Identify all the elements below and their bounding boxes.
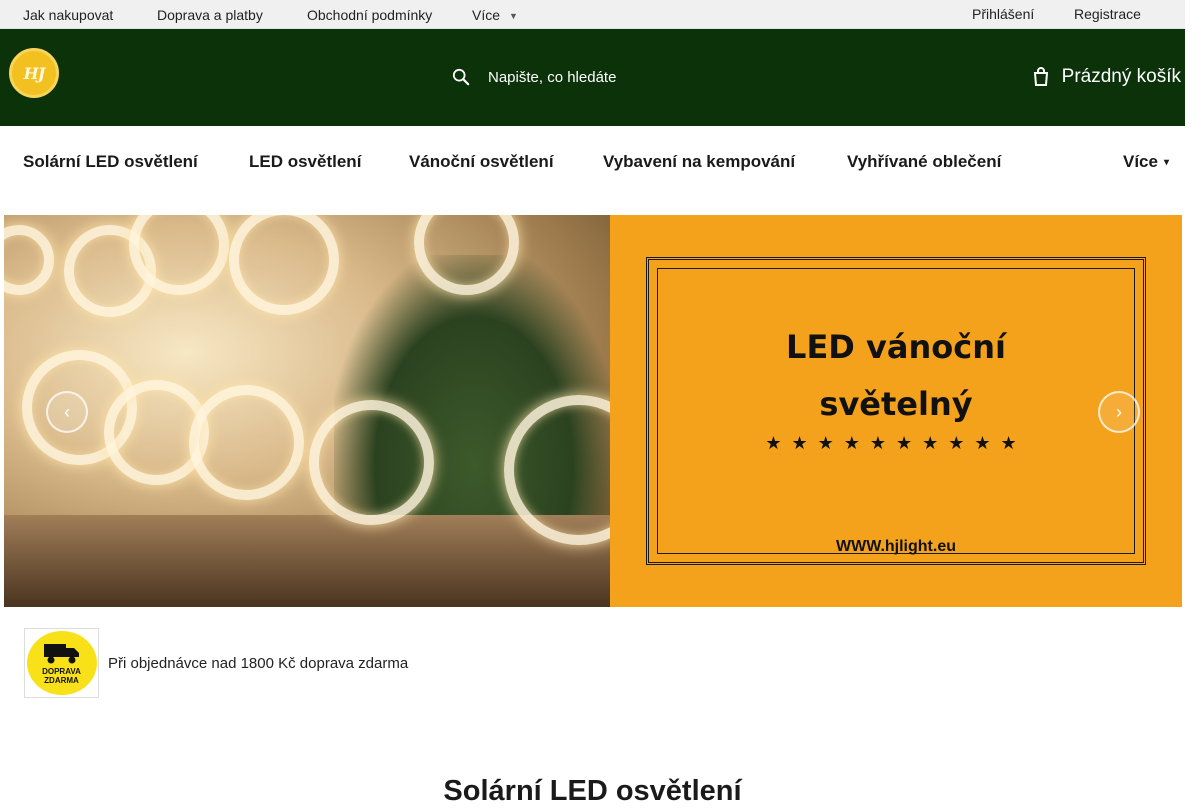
chevron-left-icon: ‹ <box>64 401 70 422</box>
login-link[interactable]: Přihlášení <box>972 6 1034 22</box>
banner-title-line1: LED vánoční <box>786 328 1006 366</box>
banner-stars: ★★★★★★★★★★ <box>765 433 1027 453</box>
banner-photo <box>4 215 654 607</box>
free-shipping-badge: DOPRAVA ZDARMA <box>24 628 99 698</box>
floor-decoration <box>4 515 610 607</box>
chevron-down-icon: ▼ <box>509 11 518 21</box>
site-header: HJ Napište, co hledáte Prázdný košík <box>0 29 1185 126</box>
category-more-label: Více <box>1123 152 1158 171</box>
carousel-next-button[interactable]: › <box>1098 391 1140 433</box>
chevron-right-icon: › <box>1116 401 1122 422</box>
free-shipping-text: Při objednávce nad 1800 Kč doprava zdarm… <box>108 654 409 672</box>
category-camping[interactable]: Vybavení na kempování <box>603 152 795 172</box>
topbar-more-label: Více <box>472 7 501 23</box>
category-more-menu[interactable]: Více ▾ <box>1123 152 1169 172</box>
logo-text: HJ <box>23 63 46 83</box>
hero-carousel[interactable]: LED vánoční světelný ★★★★★★★★★★ WWW.hjli… <box>4 215 1182 607</box>
section-title: Solární LED osvětlení <box>443 775 742 807</box>
top-bar: Jak nakupovat Doprava a platby Obchodní … <box>0 0 1185 29</box>
site-logo[interactable]: HJ <box>9 48 59 98</box>
badge-line1: DOPRAVA <box>42 667 81 676</box>
topbar-link-shipping-payment[interactable]: Doprava a platby <box>157 7 263 23</box>
truck-icon: DOPRAVA ZDARMA <box>26 631 97 695</box>
banner-url: WWW.hjlight.eu <box>836 538 956 555</box>
category-led[interactable]: LED osvětlení <box>249 152 361 172</box>
category-christmas[interactable]: Vánoční osvětlení <box>409 152 554 172</box>
search-icon <box>452 68 470 86</box>
carousel-prev-button[interactable]: ‹ <box>46 391 88 433</box>
register-link[interactable]: Registrace <box>1074 6 1141 22</box>
cart-icon <box>1033 67 1048 86</box>
category-nav: Solární LED osvětlení LED osvětlení Váno… <box>0 126 1185 215</box>
topbar-more-menu[interactable]: Více ▼ <box>472 7 518 23</box>
light-ring <box>229 215 339 315</box>
light-ring <box>189 385 304 500</box>
search-input[interactable]: Napište, co hledáte <box>452 63 616 91</box>
light-ring <box>309 400 434 525</box>
free-shipping-banner: DOPRAVA ZDARMA Při objednávce nad 1800 Kč… <box>24 628 408 698</box>
topbar-link-terms[interactable]: Obchodní podmínky <box>307 7 432 23</box>
banner-title-line2: světelný <box>819 385 973 423</box>
cart-button[interactable]: Prázdný košík <box>1032 63 1181 91</box>
badge-line2: ZDARMA <box>44 676 79 685</box>
light-ring <box>4 225 54 295</box>
cart-label: Prázdný košík <box>1061 66 1181 87</box>
topbar-link-how-to-buy[interactable]: Jak nakupovat <box>23 7 113 23</box>
category-heated-clothing[interactable]: Vyhřívané oblečení <box>847 152 1001 172</box>
search-placeholder: Napište, co hledáte <box>488 68 617 86</box>
truck-shape <box>43 644 79 664</box>
category-solar-led[interactable]: Solární LED osvětlení <box>23 152 198 172</box>
chevron-down-icon: ▾ <box>1163 157 1170 168</box>
